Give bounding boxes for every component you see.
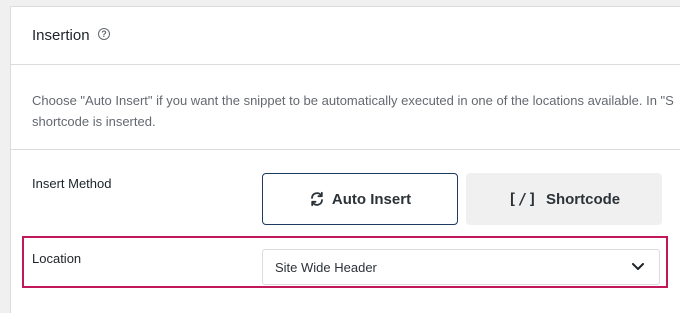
- question-circle-icon[interactable]: ?: [98, 28, 110, 40]
- shortcode-label: Shortcode: [545, 190, 621, 208]
- section-divider: [11, 149, 680, 150]
- insertion-description: Choose "Auto Insert" if you want the sni…: [32, 90, 680, 132]
- auto-insert-label: Auto Insert: [331, 190, 412, 208]
- panel-title: Insertion: [32, 27, 90, 44]
- description-line-1: Choose "Auto Insert" if you want the sni…: [32, 93, 674, 108]
- auto-insert-button[interactable]: Auto Insert: [262, 173, 458, 225]
- description-line-2: shortcode is inserted.: [32, 114, 156, 129]
- location-highlight: [22, 236, 668, 288]
- page: Insertion ? Choose "Auto Insert" if you …: [0, 0, 680, 313]
- panel-header: Insertion ?: [11, 7, 680, 65]
- shortcode-button[interactable]: [/] Shortcode: [466, 173, 662, 225]
- insert-method-label: Insert Method: [32, 176, 112, 191]
- refresh-icon: [309, 191, 325, 207]
- shortcode-brackets-icon: [/]: [507, 190, 538, 208]
